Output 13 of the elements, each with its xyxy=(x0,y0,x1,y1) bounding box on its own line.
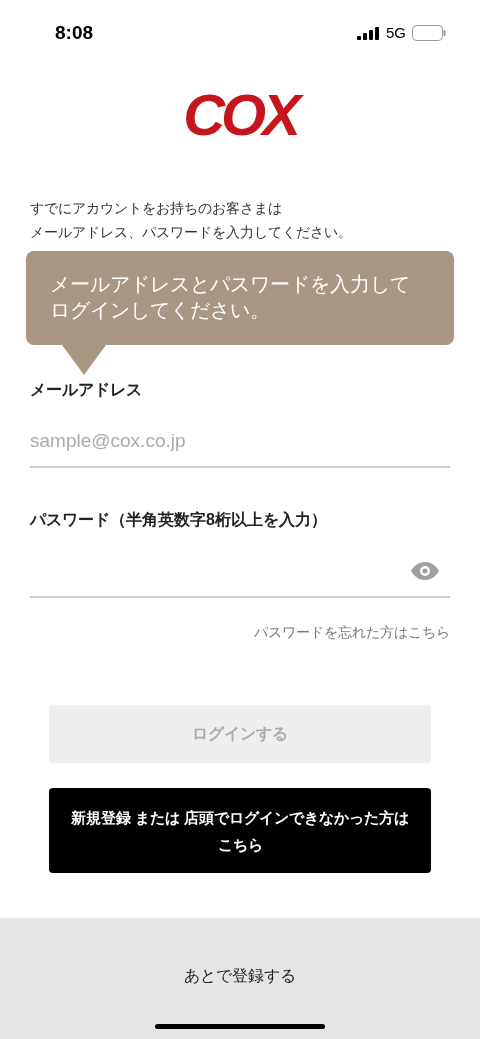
email-label: メールアドレス xyxy=(30,380,143,400)
email-field[interactable]: sample@cox.co.jp xyxy=(30,416,450,468)
password-label: パスワード（半角英数字8桁以上を入力） xyxy=(30,510,328,530)
intro-text: すでにアカウントをお持ちのお客さまは メールアドレス、パスワードを入力してください。 xyxy=(30,199,353,242)
forgot-password-link[interactable]: パスワードを忘れた方はこちら xyxy=(254,622,450,643)
network-label: 5G xyxy=(386,22,406,43)
signal-icon xyxy=(357,26,380,40)
register-later-button[interactable]: あとで登録する xyxy=(184,964,296,988)
register-button[interactable]: 新規登録 または 店頭でログインできなかった方はこちら xyxy=(49,788,431,873)
status-time: 8:08 xyxy=(55,20,94,45)
tooltip-tail xyxy=(62,345,106,375)
eye-icon[interactable] xyxy=(410,561,440,581)
battery-icon xyxy=(412,25,446,41)
